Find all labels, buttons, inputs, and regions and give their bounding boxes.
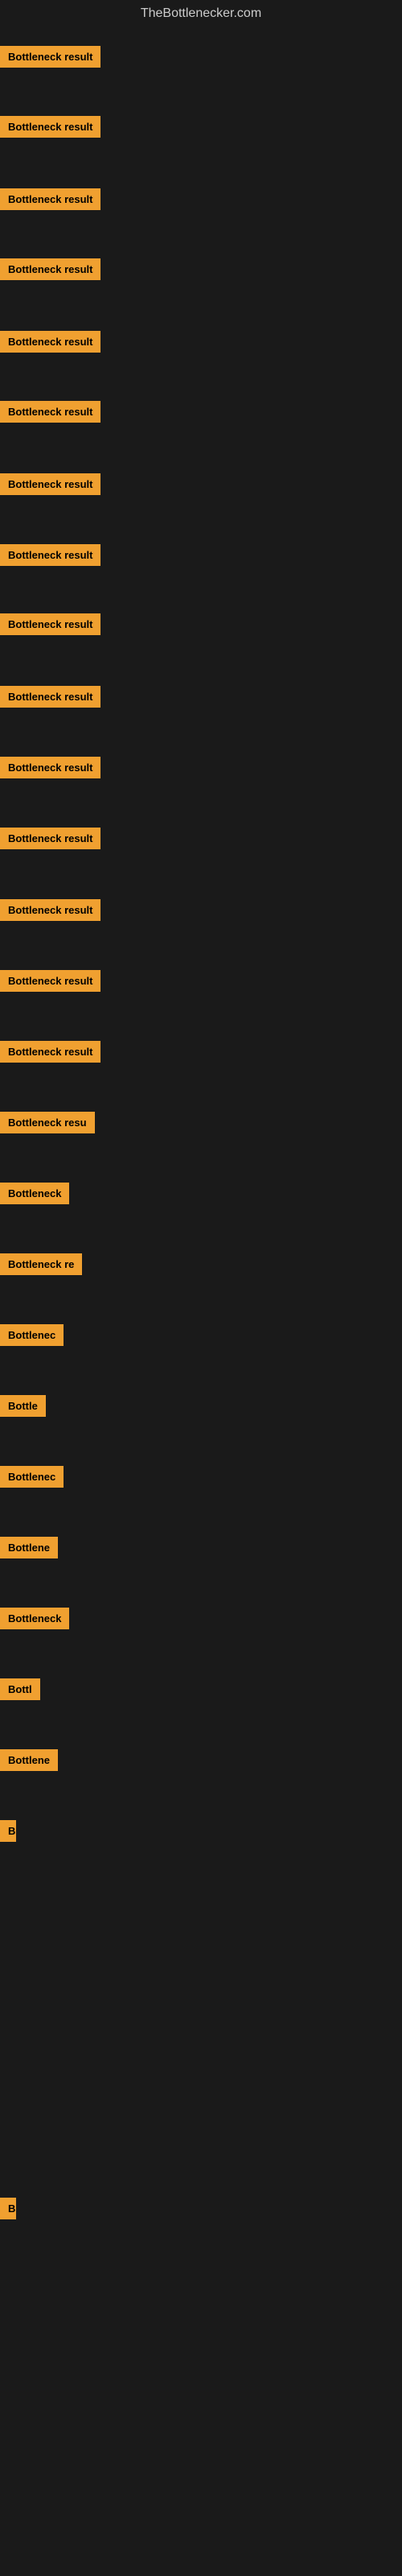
bottleneck-item-13: Bottleneck result bbox=[0, 899, 100, 921]
bottleneck-badge-1: Bottleneck result bbox=[0, 46, 100, 68]
bottleneck-badge-25: Bottlene bbox=[0, 1749, 58, 1771]
bottleneck-item-8: Bottleneck result bbox=[0, 544, 100, 566]
bottleneck-item-27: B bbox=[0, 2198, 16, 2219]
bottleneck-badge-8: Bottleneck result bbox=[0, 544, 100, 566]
bottleneck-badge-4: Bottleneck result bbox=[0, 258, 100, 280]
bottleneck-item-21: Bottlenec bbox=[0, 1466, 64, 1488]
bottleneck-item-20: Bottle bbox=[0, 1395, 46, 1417]
bottleneck-badge-23: Bottleneck bbox=[0, 1608, 69, 1629]
bottleneck-item-15: Bottleneck result bbox=[0, 1041, 100, 1063]
bottleneck-item-7: Bottleneck result bbox=[0, 473, 100, 495]
bottleneck-badge-16: Bottleneck resu bbox=[0, 1112, 95, 1133]
bottleneck-badge-11: Bottleneck result bbox=[0, 757, 100, 778]
bottleneck-badge-26: B bbox=[0, 1820, 16, 1842]
bottleneck-badge-6: Bottleneck result bbox=[0, 401, 100, 423]
bottleneck-badge-10: Bottleneck result bbox=[0, 686, 100, 708]
bottleneck-badge-19: Bottlenec bbox=[0, 1324, 64, 1346]
bottleneck-badge-7: Bottleneck result bbox=[0, 473, 100, 495]
bottleneck-badge-5: Bottleneck result bbox=[0, 331, 100, 353]
bottleneck-item-4: Bottleneck result bbox=[0, 258, 100, 280]
bottleneck-badge-20: Bottle bbox=[0, 1395, 46, 1417]
bottleneck-item-24: Bottl bbox=[0, 1678, 40, 1700]
bottleneck-item-2: Bottleneck result bbox=[0, 116, 100, 138]
bottleneck-badge-3: Bottleneck result bbox=[0, 188, 100, 210]
bottleneck-badge-17: Bottleneck bbox=[0, 1183, 69, 1204]
bottleneck-item-5: Bottleneck result bbox=[0, 331, 100, 353]
bottleneck-badge-12: Bottleneck result bbox=[0, 828, 100, 849]
bottleneck-item-3: Bottleneck result bbox=[0, 188, 100, 210]
bottleneck-badge-21: Bottlenec bbox=[0, 1466, 64, 1488]
bottleneck-item-18: Bottleneck re bbox=[0, 1253, 82, 1275]
bottleneck-item-14: Bottleneck result bbox=[0, 970, 100, 992]
bottleneck-item-6: Bottleneck result bbox=[0, 401, 100, 423]
bottleneck-item-23: Bottleneck bbox=[0, 1608, 69, 1629]
bottleneck-badge-2: Bottleneck result bbox=[0, 116, 100, 138]
bottleneck-item-26: B bbox=[0, 1820, 16, 1842]
bottleneck-badge-27: B bbox=[0, 2198, 16, 2219]
bottleneck-item-1: Bottleneck result bbox=[0, 46, 100, 68]
bottleneck-item-12: Bottleneck result bbox=[0, 828, 100, 849]
bottleneck-badge-14: Bottleneck result bbox=[0, 970, 100, 992]
bottleneck-item-22: Bottlene bbox=[0, 1537, 58, 1558]
bottleneck-badge-18: Bottleneck re bbox=[0, 1253, 82, 1275]
bottleneck-item-11: Bottleneck result bbox=[0, 757, 100, 778]
bottleneck-item-25: Bottlene bbox=[0, 1749, 58, 1771]
bottleneck-badge-9: Bottleneck result bbox=[0, 613, 100, 635]
bottleneck-badge-13: Bottleneck result bbox=[0, 899, 100, 921]
bottleneck-item-17: Bottleneck bbox=[0, 1183, 69, 1204]
bottleneck-badge-24: Bottl bbox=[0, 1678, 40, 1700]
bottleneck-item-9: Bottleneck result bbox=[0, 613, 100, 635]
bottleneck-item-16: Bottleneck resu bbox=[0, 1112, 95, 1133]
bottleneck-item-10: Bottleneck result bbox=[0, 686, 100, 708]
bottleneck-item-19: Bottlenec bbox=[0, 1324, 64, 1346]
bottleneck-badge-15: Bottleneck result bbox=[0, 1041, 100, 1063]
site-title: TheBottlenecker.com bbox=[0, 0, 402, 31]
bottleneck-badge-22: Bottlene bbox=[0, 1537, 58, 1558]
